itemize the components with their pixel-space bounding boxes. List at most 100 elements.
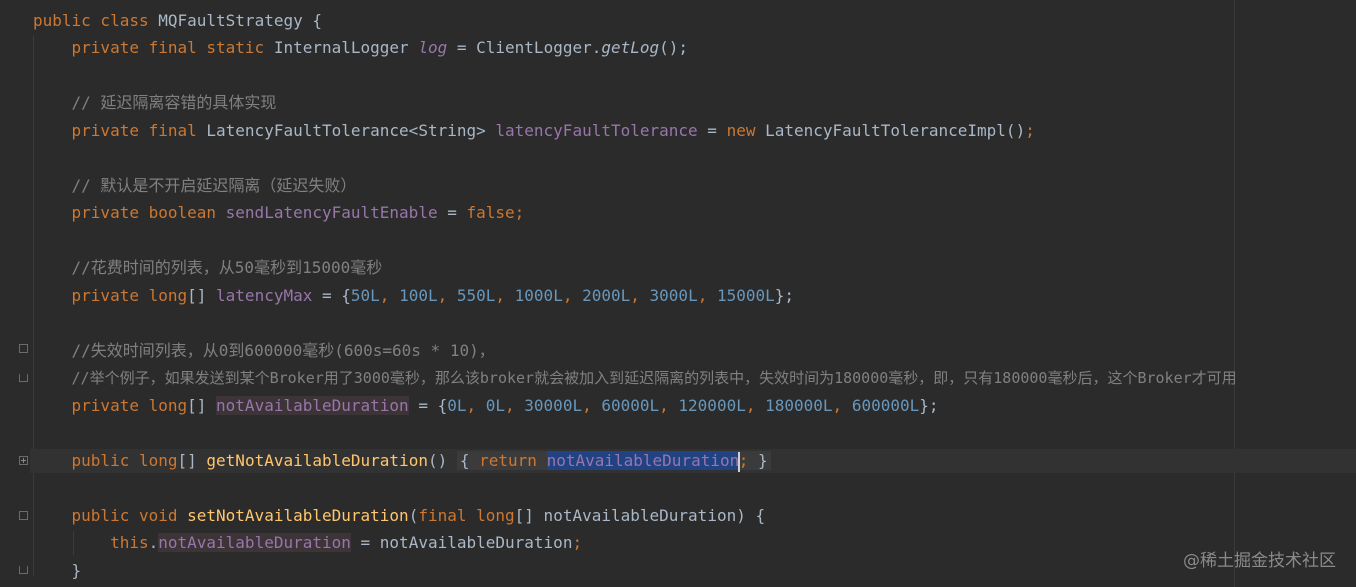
comma: ,: [745, 396, 766, 415]
code-line-latency-tolerance-field[interactable]: private final LatencyFaultTolerance<Stri…: [33, 119, 1035, 143]
keyword: private final static: [71, 38, 274, 57]
number-literal: 100L: [399, 286, 438, 305]
number-literal: 0L: [447, 396, 467, 415]
code-line-comment[interactable]: // 延迟隔离容错的具体实现: [33, 91, 277, 115]
static-field: log: [418, 38, 448, 57]
code-line-setter-body[interactable]: this.notAvailableDuration = notAvailable…: [33, 531, 582, 555]
fold-start-icon[interactable]: [19, 511, 28, 520]
number-literal: 15000L: [716, 286, 775, 305]
keyword: public void: [71, 506, 188, 525]
keyword: private: [71, 286, 149, 305]
number-literal: 50L: [350, 286, 380, 305]
fold-expand-icon[interactable]: [19, 456, 28, 465]
keyword: return: [479, 451, 547, 470]
method-name: getNotAvailableDuration: [206, 451, 428, 470]
array-brackets: []: [177, 451, 207, 470]
boolean-literal: false: [466, 203, 515, 222]
semicolon: ;: [572, 533, 583, 552]
field-name: notAvailableDuration: [158, 533, 351, 552]
fold-end-icon[interactable]: [19, 374, 28, 382]
code-line-not-available-field[interactable]: private long[] notAvailableDuration = {0…: [33, 394, 939, 418]
parentheses: (): [427, 451, 457, 470]
number-literal: 0L: [485, 396, 506, 415]
code-line-class-declaration[interactable]: public class MQFaultStrategy {: [33, 9, 322, 33]
comment: //举个例子，如果发送到某个Broker用了3000毫秒，那么该broker就会…: [71, 369, 1237, 387]
method-name: setNotAvailableDuration: [187, 506, 409, 525]
assignment: = notAvailableDuration: [350, 533, 573, 552]
code-line-send-latency-field[interactable]: private boolean sendLatencyFaultEnable =…: [33, 201, 525, 225]
operator: = {: [312, 286, 351, 305]
number-literal: 600000L: [851, 396, 920, 415]
semicolon: ;: [1025, 121, 1035, 140]
field-name: latencyFaultTolerance: [495, 121, 698, 140]
comma: ,: [495, 286, 515, 305]
fold-start-icon[interactable]: [19, 344, 28, 353]
code-line-comment[interactable]: //失效时间列表，从0到600000毫秒(600s=60s * 10)，: [33, 339, 495, 363]
constructor-call: LatencyFaultToleranceImpl(): [765, 121, 1026, 140]
punctuation: };: [774, 286, 795, 305]
comma: ,: [630, 286, 650, 305]
folded-body[interactable]: { return notAvailableDuration; }: [456, 451, 771, 472]
type-name: long: [148, 396, 188, 415]
comma: ,: [379, 286, 400, 305]
comment: // 延迟隔离容错的具体实现: [71, 93, 277, 112]
code-editor[interactable]: public class MQFaultStrategy { private f…: [0, 0, 1356, 587]
punctuation: ();: [659, 38, 689, 57]
watermark-text: @稀土掘金技术社区: [1183, 551, 1336, 571]
keyword: private final: [71, 121, 207, 140]
punctuation: };: [919, 396, 939, 415]
type-name: InternalLogger: [273, 38, 419, 57]
number-literal: 180000L: [765, 396, 833, 415]
code-line-comment[interactable]: //举个例子，如果发送到某个Broker用了3000毫秒，那么该broker就会…: [33, 366, 1237, 390]
comment: //失效时间列表，从0到600000毫秒(600s=60s * 10)，: [71, 341, 495, 360]
punctuation: {: [302, 11, 322, 30]
comma: ,: [505, 396, 525, 415]
code-line-comment[interactable]: //花费时间的列表，从50毫秒到15000毫秒: [33, 256, 383, 280]
number-literal: 550L: [456, 286, 496, 305]
open-brace: {: [459, 451, 480, 470]
comma: ,: [582, 396, 602, 415]
field-name: latencyMax: [216, 286, 313, 305]
operator: =: [437, 203, 467, 222]
type-name: long: [138, 451, 178, 470]
code-line-logger-field[interactable]: private final static InternalLogger log …: [33, 36, 689, 60]
number-literal: 120000L: [678, 396, 746, 415]
number-literal: 60000L: [601, 396, 660, 415]
type-name: long: [476, 506, 515, 525]
comma: ,: [466, 396, 486, 415]
fold-end-icon[interactable]: [19, 566, 28, 574]
keyword: private boolean: [71, 203, 226, 222]
comma: ,: [832, 396, 852, 415]
array-brackets: []: [187, 396, 217, 415]
code-line-comment[interactable]: // 默认是不开启延迟隔离（延迟失败）: [33, 174, 357, 198]
code-line-getter-current[interactable]: public long[] getNotAvailableDuration() …: [30, 449, 1356, 473]
type-name: LatencyFaultTolerance<String>: [206, 121, 496, 140]
comma: ,: [437, 286, 457, 305]
close-brace: }: [748, 451, 768, 470]
array-brackets: []: [187, 286, 217, 305]
right-margin-guide: [1234, 0, 1235, 587]
expression: = ClientLogger.: [447, 38, 602, 57]
keyword: this: [110, 533, 149, 552]
code-line-latency-max-field[interactable]: private long[] latencyMax = {50L, 100L, …: [33, 284, 795, 308]
number-literal: 2000L: [582, 286, 631, 305]
number-literal: 3000L: [649, 286, 698, 305]
field-name: notAvailableDuration: [216, 396, 409, 415]
parameter-list: [] notAvailableDuration) {: [514, 506, 766, 525]
editor-gutter[interactable]: [0, 0, 30, 587]
code-line-setter-declaration[interactable]: public void setNotAvailableDuration(fina…: [33, 504, 766, 528]
selected-field[interactable]: notAvailableDuration: [546, 451, 740, 470]
semicolon: ;: [738, 451, 749, 470]
operator: = {: [408, 396, 448, 415]
number-literal: 30000L: [524, 396, 583, 415]
comment: // 默认是不开启延迟隔离（延迟失败）: [71, 176, 357, 195]
keyword: new: [726, 121, 766, 140]
keyword: public: [71, 451, 139, 470]
code-line-closing-brace[interactable]: }: [33, 559, 82, 583]
keyword: final: [418, 506, 477, 525]
operator: =: [697, 121, 727, 140]
comma: ,: [659, 396, 679, 415]
closing-brace: }: [71, 561, 82, 580]
comment: //花费时间的列表，从50毫秒到15000毫秒: [71, 258, 383, 277]
class-name: MQFaultStrategy: [158, 11, 303, 30]
